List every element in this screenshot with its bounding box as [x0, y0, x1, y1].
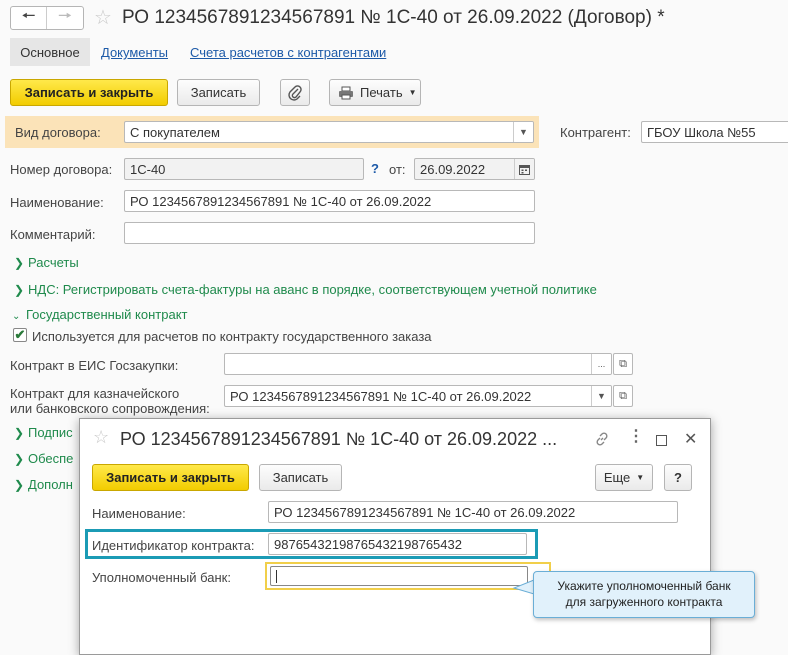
section-payments-label: Расчеты [28, 255, 79, 270]
treasury-value: РО 1234567891234567891 № 1С-40 от 26.09.… [230, 388, 532, 404]
print-label: Печать [360, 85, 403, 100]
number-label: Номер договора: [10, 162, 113, 177]
tab-documents[interactable]: Документы [101, 45, 168, 60]
section-additional[interactable]: ❯ Дополн [14, 477, 73, 492]
name-label: Наименование: [10, 195, 104, 210]
save-button[interactable]: Записать [177, 79, 260, 106]
date-value: 26.09.2022 [420, 161, 486, 177]
calendar-icon[interactable] [514, 159, 534, 179]
section-vat-label: НДС: Регистрировать счета-фактуры на ава… [28, 282, 597, 297]
close-icon[interactable]: ✕ [684, 429, 697, 449]
contract-id-label: Идентификатор контракта: [92, 538, 255, 553]
checkmark-icon: ✔ [14, 327, 26, 342]
dropdown-icon[interactable]: ▼ [591, 386, 611, 406]
tooltip-line2: для загруженного контракта [565, 595, 723, 609]
dialog-save-and-close-button[interactable]: Записать и закрыть [92, 464, 249, 491]
dialog-help-button[interactable]: ? [664, 464, 692, 491]
more-options-icon[interactable]: ⋮ [628, 429, 644, 445]
chevron-right-icon: ❯ [14, 283, 25, 297]
dialog-name-field[interactable]: РО 1234567891234567891 № 1С-40 от 26.09.… [268, 501, 678, 523]
contract-dialog: ☆ РО 1234567891234567891 № 1С-40 от 26.0… [79, 418, 711, 655]
chevron-right-icon: ❯ [14, 426, 25, 440]
bank-label: Уполномоченный банк: [92, 570, 231, 585]
contract-id-value: 98765432198765432198765432 [274, 536, 462, 552]
open-icon[interactable]: ⧉ [613, 385, 633, 407]
counterparty-field[interactable]: ГБОУ Школа №55 [641, 121, 788, 143]
contract-type-select[interactable]: С покупателем ▼ [124, 121, 534, 143]
date-label: от: [389, 162, 406, 177]
chevron-right-icon: ❯ [14, 478, 25, 492]
contract-type-label: Вид договора: [15, 125, 101, 140]
bank-field[interactable] [270, 566, 528, 586]
printer-icon [339, 86, 353, 99]
help-link[interactable]: ? [371, 161, 379, 176]
dialog-name-label: Наименование: [92, 506, 186, 521]
treasury-field[interactable]: РО 1234567891234567891 № 1С-40 от 26.09.… [224, 385, 612, 407]
print-button[interactable]: Печать ▼ [329, 79, 421, 106]
more-label: Еще [603, 470, 631, 485]
choose-icon[interactable]: ... [591, 354, 611, 374]
dialog-star-icon[interactable]: ☆ [93, 427, 109, 448]
name-value: РО 1234567891234567891 № 1С-40 от 26.09.… [130, 193, 432, 209]
open-icon[interactable]: ⧉ [613, 353, 633, 375]
section-security[interactable]: ❯ Обеспе [14, 451, 73, 466]
section-gov-contract[interactable]: ⌄ Государственный контракт [12, 307, 187, 322]
chevron-right-icon: ❯ [14, 256, 25, 270]
section-payments[interactable]: ❯ Расчеты [14, 255, 79, 270]
attach-button[interactable] [280, 79, 310, 106]
counterparty-label: Контрагент: [560, 125, 631, 140]
gov-checkbox[interactable]: ✔ [13, 328, 27, 342]
chevron-down-icon: ▼ [636, 473, 645, 482]
tooltip-line1: Укажите уполномоченный банк [557, 579, 731, 593]
counterparty-value: ГБОУ Школа №55 [647, 124, 756, 140]
nav-arrows: 🠔 🠖 [10, 6, 84, 30]
dialog-more-button[interactable]: Еще ▼ [595, 464, 653, 491]
tab-main[interactable]: Основное [10, 38, 90, 66]
dialog-name-value: РО 1234567891234567891 № 1С-40 от 26.09.… [274, 504, 576, 520]
number-value: 1С-40 [130, 161, 166, 177]
favorite-star-icon[interactable]: ☆ [94, 5, 112, 30]
contract-type-value: С покупателем [130, 124, 220, 140]
window-title: РО 1234567891234567891 № 1С-40 от 26.09.… [122, 7, 665, 28]
section-gov-contract-label: Государственный контракт [26, 307, 188, 322]
section-vat[interactable]: ❯ НДС: Регистрировать счета-фактуры на ав… [14, 282, 597, 297]
dialog-title: РО 1234567891234567891 № 1С-40 от 26.09.… [120, 429, 558, 449]
eis-field[interactable]: ... [224, 353, 612, 375]
save-and-close-button[interactable]: Записать и закрыть [10, 79, 168, 106]
link-icon[interactable] [594, 431, 610, 450]
contract-id-field[interactable]: 98765432198765432198765432 [268, 533, 527, 555]
number-field[interactable]: 1С-40 [124, 158, 364, 180]
chevron-right-icon: ❯ [14, 452, 25, 466]
text-cursor [276, 569, 277, 583]
date-field[interactable]: 26.09.2022 [414, 158, 535, 180]
comment-label: Комментарий: [10, 227, 96, 242]
paperclip-icon [288, 84, 302, 101]
gov-checkbox-label: Используется для расчетов по контракту г… [32, 329, 432, 344]
tab-accounts[interactable]: Счета расчетов с контрагентами [190, 45, 386, 60]
bank-tooltip: Укажите уполномоченный банк для загружен… [533, 571, 755, 618]
name-field[interactable]: РО 1234567891234567891 № 1С-40 от 26.09.… [124, 190, 535, 212]
back-arrow-icon[interactable]: 🠔 [11, 7, 48, 29]
treasury-label-line1: Контракт для казначейского [10, 386, 180, 401]
dropdown-icon[interactable]: ▼ [513, 122, 533, 142]
comment-field[interactable] [124, 222, 535, 244]
chevron-down-icon: ▼ [408, 88, 417, 97]
forward-arrow-icon[interactable]: 🠖 [47, 7, 83, 29]
maximize-icon[interactable] [656, 435, 667, 446]
section-signers[interactable]: ❯ Подпис [14, 425, 73, 440]
treasury-label-line2: или банковского сопровождения: [10, 401, 210, 416]
eis-label: Контракт в ЕИС Госзакупки: [10, 358, 179, 373]
chevron-down-icon: ⌄ [12, 311, 21, 322]
dialog-save-button[interactable]: Записать [259, 464, 342, 491]
